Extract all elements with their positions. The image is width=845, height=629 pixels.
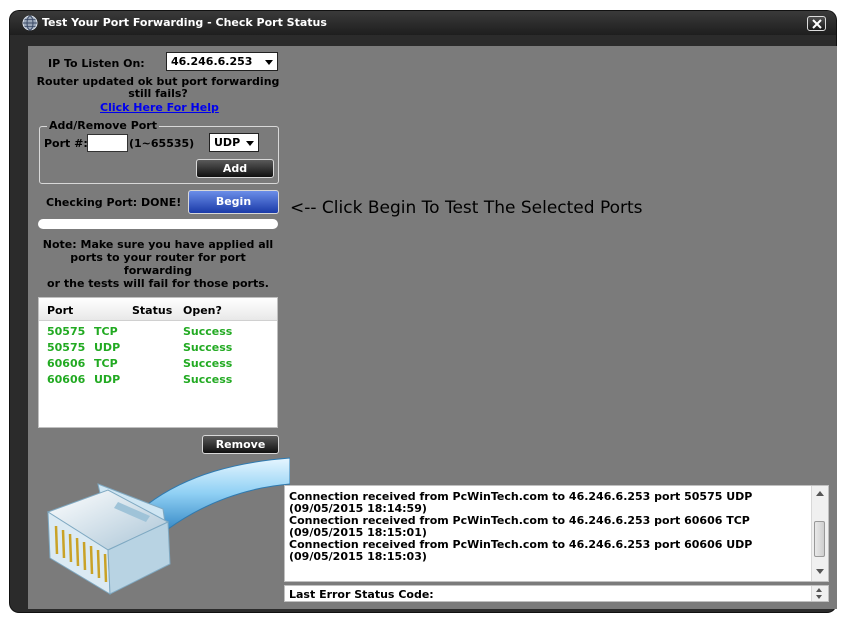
row-protocol: UDP bbox=[94, 341, 121, 354]
table-row[interactable]: 60606 TCP Success bbox=[39, 357, 277, 373]
row-protocol: TCP bbox=[94, 325, 118, 338]
spin-up-icon[interactable] bbox=[816, 588, 822, 592]
row-port: 60606 bbox=[47, 357, 86, 370]
window-title: Test Your Port Forwarding - Check Port S… bbox=[42, 16, 327, 29]
column-header-open[interactable]: Open? bbox=[183, 304, 222, 317]
row-open: Success bbox=[183, 357, 233, 370]
ethernet-cable-icon bbox=[46, 457, 290, 595]
column-header-status[interactable]: Status bbox=[132, 304, 172, 317]
begin-hint: <-- Click Begin To Test The Selected Por… bbox=[290, 198, 643, 218]
title-bar[interactable]: Test Your Port Forwarding - Check Port S… bbox=[10, 11, 836, 35]
chevron-down-icon bbox=[246, 141, 254, 146]
table-row[interactable]: 50575 TCP Success bbox=[39, 325, 277, 341]
scroll-thumb[interactable] bbox=[814, 521, 825, 557]
add-port-button[interactable]: Add bbox=[196, 159, 274, 178]
close-button[interactable] bbox=[807, 16, 826, 31]
table-row[interactable]: 60606 UDP Success bbox=[39, 373, 277, 389]
remove-port-button[interactable]: Remove bbox=[202, 435, 279, 454]
error-status-label: Last Error Status Code: bbox=[289, 588, 434, 601]
globe-icon bbox=[22, 15, 38, 31]
log-scrollbar[interactable] bbox=[811, 486, 828, 581]
help-text-line2: still fails? bbox=[128, 87, 188, 100]
close-icon bbox=[812, 19, 822, 29]
ports-table[interactable]: Port Status Open? 50575 TCP Success 5057… bbox=[38, 297, 278, 428]
port-number-label: Port #: bbox=[44, 137, 88, 150]
row-open: Success bbox=[183, 325, 233, 338]
row-open: Success bbox=[183, 341, 233, 354]
row-protocol: UDP bbox=[94, 373, 121, 386]
checking-status-label: Checking Port: DONE! bbox=[46, 196, 182, 209]
note-line1: Note: Make sure you have applied all bbox=[42, 238, 274, 251]
row-open: Success bbox=[183, 373, 233, 386]
table-row[interactable]: 50575 UDP Success bbox=[39, 341, 277, 357]
listen-ip-label: IP To Listen On: bbox=[48, 57, 145, 70]
row-port: 60606 bbox=[47, 373, 86, 386]
note-line2: ports to your router for port forwarding bbox=[70, 251, 246, 277]
listen-ip-select[interactable]: 46.246.6.253 bbox=[166, 52, 278, 71]
help-link[interactable]: Click Here For Help bbox=[100, 101, 219, 114]
row-protocol: TCP bbox=[94, 357, 118, 370]
scroll-up-icon[interactable] bbox=[816, 491, 824, 496]
connection-log[interactable]: Connection received from PcWinTech.com t… bbox=[284, 485, 829, 582]
scroll-down-icon[interactable] bbox=[816, 569, 824, 574]
chevron-down-icon bbox=[265, 60, 273, 65]
column-header-port[interactable]: Port bbox=[47, 304, 73, 317]
begin-button[interactable]: Begin bbox=[188, 190, 279, 214]
note-text: Note: Make sure you have applied all por… bbox=[36, 238, 280, 290]
progress-bar bbox=[38, 219, 278, 229]
error-status-field[interactable]: Last Error Status Code: bbox=[284, 585, 829, 602]
port-range-hint: (1~65535) bbox=[129, 137, 195, 150]
table-header: Port Status Open? bbox=[39, 298, 277, 321]
row-port: 50575 bbox=[47, 341, 86, 354]
app-window: Test Your Port Forwarding - Check Port S… bbox=[10, 11, 837, 612]
port-number-input[interactable] bbox=[87, 134, 128, 152]
spin-down-icon[interactable] bbox=[816, 595, 822, 599]
add-remove-port-group: Add/Remove Port Port #: (1~65535) UDP Ad… bbox=[39, 119, 279, 184]
error-status-spinner[interactable] bbox=[811, 586, 828, 601]
note-line3: or the tests will fail for those ports. bbox=[47, 277, 269, 290]
log-line: (09/05/2015 18:15:03) bbox=[289, 550, 427, 563]
port-number-value bbox=[88, 140, 91, 153]
main-panel: IP To Listen On: 46.246.6.253 Router upd… bbox=[28, 46, 837, 609]
row-port: 50575 bbox=[47, 325, 86, 338]
protocol-value: UDP bbox=[214, 136, 241, 149]
group-title: Add/Remove Port bbox=[47, 119, 159, 132]
protocol-select[interactable]: UDP bbox=[209, 133, 259, 152]
listen-ip-value: 46.246.6.253 bbox=[171, 55, 253, 68]
